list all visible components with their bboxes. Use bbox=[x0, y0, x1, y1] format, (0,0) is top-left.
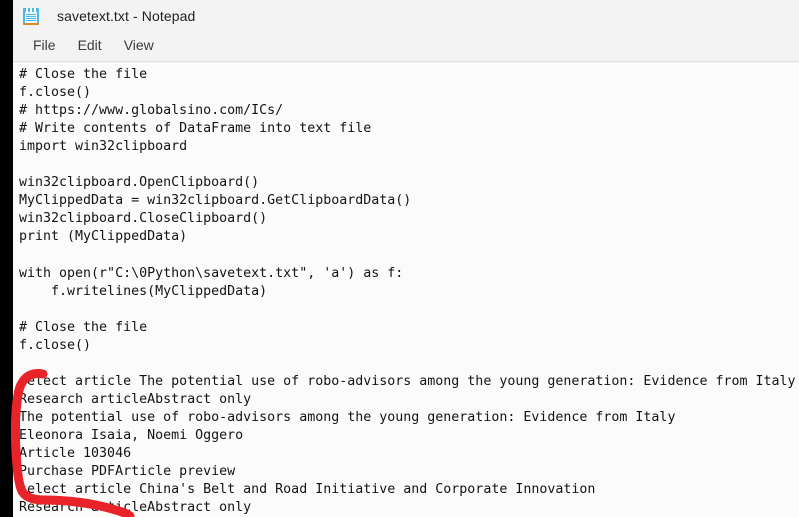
menu-item-edit[interactable]: Edit bbox=[67, 35, 113, 57]
menu-bar: File Edit View bbox=[13, 32, 799, 62]
notepad-window: savetext.txt - Notepad File Edit View # … bbox=[0, 0, 799, 517]
editor-text-content[interactable]: # Close the file f.close() # https://www… bbox=[19, 66, 796, 517]
notepad-icon bbox=[23, 7, 39, 25]
screen-left-edge bbox=[0, 0, 13, 517]
title-bar: savetext.txt - Notepad bbox=[13, 0, 799, 32]
text-editor-area[interactable]: # Close the file f.close() # https://www… bbox=[13, 63, 799, 517]
menu-item-view[interactable]: View bbox=[113, 35, 165, 57]
menu-item-file[interactable]: File bbox=[22, 35, 67, 57]
window-title: savetext.txt - Notepad bbox=[57, 8, 196, 24]
